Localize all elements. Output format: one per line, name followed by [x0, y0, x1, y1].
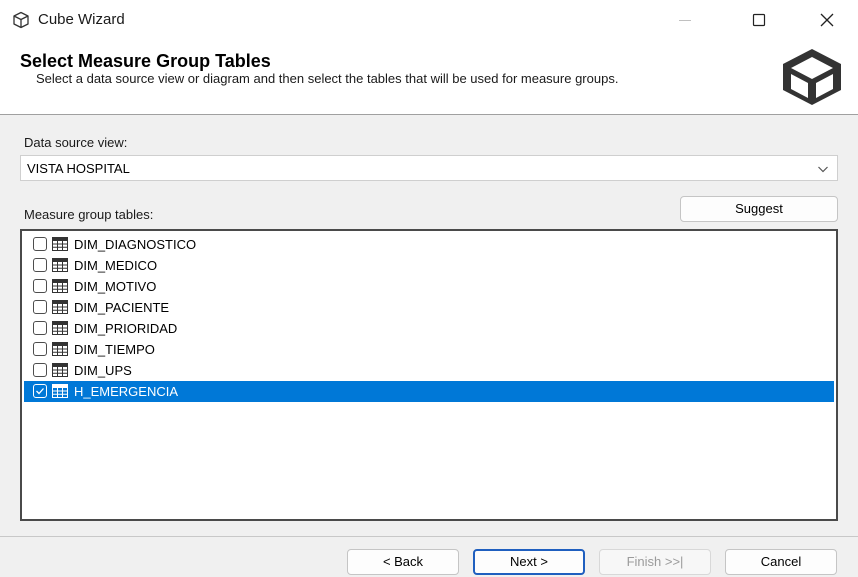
table-checkbox[interactable] — [33, 258, 47, 272]
table-name: DIM_UPS — [74, 363, 132, 378]
close-icon — [820, 13, 834, 27]
measure-group-tables-list[interactable]: DIM_DIAGNOSTICO DIM_MEDICO DIM_MOTIVO DI… — [20, 229, 838, 521]
table-icon — [52, 363, 68, 377]
table-row[interactable]: DIM_MEDICO — [24, 255, 834, 276]
data-source-view-dropdown[interactable]: VISTA HOSPITAL — [20, 155, 838, 181]
table-checkbox[interactable] — [33, 237, 47, 251]
cancel-button[interactable]: Cancel — [725, 549, 837, 575]
table-checkbox[interactable] — [33, 279, 47, 293]
table-checkbox[interactable] — [33, 342, 47, 356]
finish-button[interactable]: Finish >>| — [599, 549, 711, 575]
maximize-button[interactable] — [736, 0, 782, 40]
table-name: DIM_PRIORIDAD — [74, 321, 178, 336]
page-subtitle: Select a data source view or diagram and… — [36, 71, 619, 86]
minimize-icon — [679, 20, 691, 21]
window-title: Cube Wizard — [38, 11, 125, 28]
next-button[interactable]: Next > — [473, 549, 585, 575]
table-icon — [52, 258, 68, 272]
close-button[interactable] — [804, 0, 850, 40]
footer-divider — [0, 536, 858, 537]
table-name: H_EMERGENCIA — [74, 384, 179, 399]
table-icon — [52, 279, 68, 293]
table-name: DIM_MOTIVO — [74, 279, 157, 294]
checkmark-icon — [36, 388, 44, 395]
header-divider — [0, 114, 858, 115]
table-icon — [52, 237, 68, 251]
table-row[interactable]: DIM_PACIENTE — [24, 297, 834, 318]
data-source-view-value: VISTA HOSPITAL — [27, 161, 130, 176]
minimize-button[interactable] — [662, 0, 708, 40]
measure-group-tables-label: Measure group tables: — [24, 207, 154, 222]
cube-icon — [13, 11, 29, 29]
table-icon — [52, 342, 68, 356]
chevron-down-icon — [818, 166, 828, 173]
table-name: DIM_MEDICO — [74, 258, 158, 273]
table-name: DIM_DIAGNOSTICO — [74, 237, 197, 252]
suggest-button[interactable]: Suggest — [680, 196, 838, 222]
table-row[interactable]: DIM_PRIORIDAD — [24, 318, 834, 339]
table-checkbox[interactable] — [33, 300, 47, 314]
table-icon — [52, 321, 68, 335]
table-icon — [52, 300, 68, 314]
table-row[interactable]: DIM_UPS — [24, 360, 834, 381]
table-checkbox[interactable] — [33, 363, 47, 377]
table-name: DIM_TIEMPO — [74, 342, 155, 357]
cube-logo-icon — [783, 49, 841, 105]
data-source-view-label: Data source view: — [24, 135, 128, 150]
table-checkbox[interactable] — [33, 321, 47, 335]
title-bar[interactable]: Cube Wizard — [0, 0, 858, 40]
wizard-header: Select Measure Group Tables Select a dat… — [0, 40, 858, 114]
table-row[interactable]: DIM_MOTIVO — [24, 276, 834, 297]
table-icon — [52, 384, 68, 398]
back-button[interactable]: < Back — [347, 549, 459, 575]
table-name: DIM_PACIENTE — [74, 300, 170, 315]
table-row[interactable]: DIM_DIAGNOSTICO — [24, 234, 834, 255]
table-row-selected[interactable]: H_EMERGENCIA — [24, 381, 834, 402]
maximize-icon — [752, 13, 766, 27]
page-title: Select Measure Group Tables — [20, 51, 271, 71]
table-row[interactable]: DIM_TIEMPO — [24, 339, 834, 360]
table-checkbox-checked[interactable] — [33, 384, 47, 398]
